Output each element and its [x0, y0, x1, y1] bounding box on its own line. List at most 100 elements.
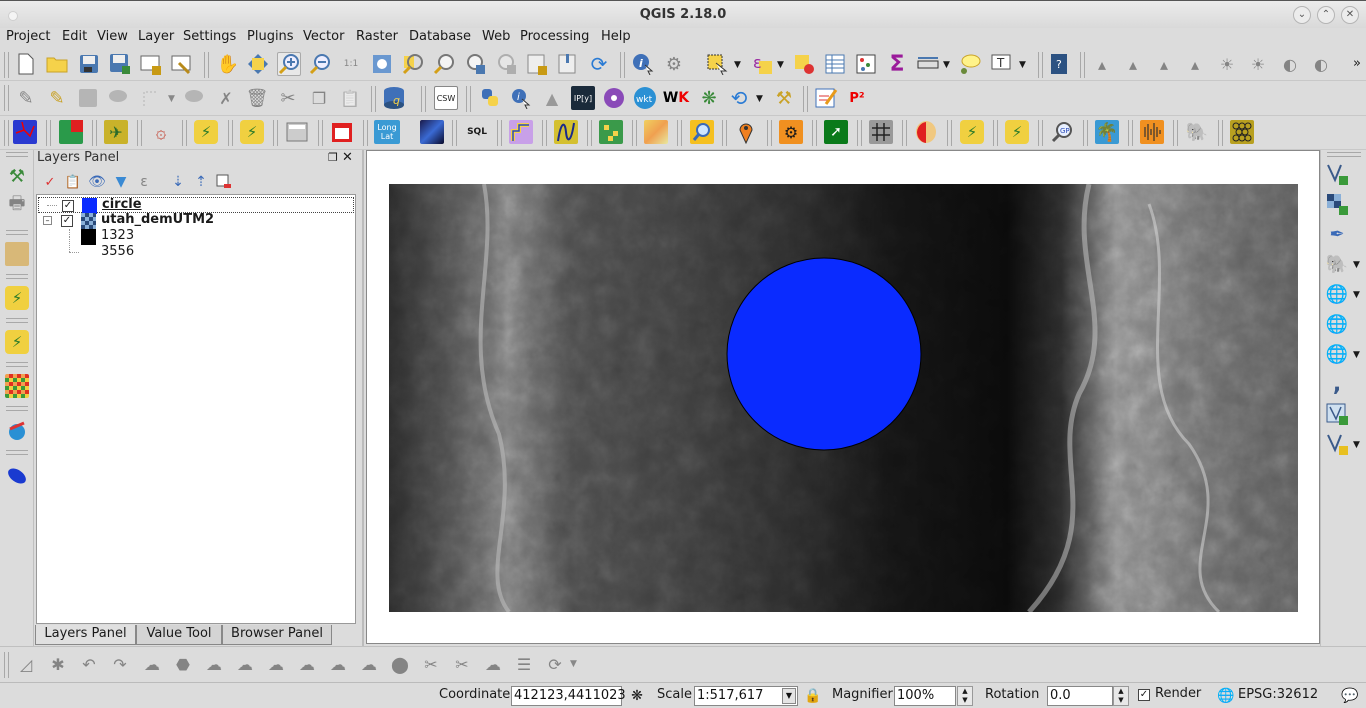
processing-icon[interactable] [5, 418, 29, 442]
add-ring-icon[interactable]: ☁ [202, 652, 226, 676]
decrease-brightness-icon[interactable]: ☀ [1246, 52, 1270, 76]
new-project-icon[interactable] [14, 52, 38, 76]
wms-dropdown-arrow[interactable]: ▼ [1353, 290, 1360, 300]
zoom-to-selection-icon[interactable] [401, 52, 425, 76]
coordinate-field[interactable]: 412123,4411023 [511, 686, 626, 706]
menu-processing[interactable]: Processing [520, 29, 589, 44]
crs-button[interactable]: EPSG:32612 [1238, 687, 1318, 702]
toolbar-grip[interactable] [4, 652, 9, 678]
add-spatialite-icon[interactable]: ✒ [1325, 222, 1349, 246]
expression-filter-icon[interactable]: ε [132, 170, 156, 194]
curve-icon[interactable] [554, 120, 578, 144]
network-icon[interactable] [13, 120, 37, 144]
add-wcs-icon[interactable]: 🌐 [1325, 312, 1349, 336]
crs-globe-icon[interactable]: 🌐 [1214, 684, 1238, 708]
geo-search-icon[interactable]: GP [1050, 120, 1074, 144]
render-checkbox[interactable]: ✓ [1138, 689, 1150, 701]
toolbar-grip[interactable] [371, 86, 376, 112]
redo-icon[interactable]: ↷ [108, 652, 132, 676]
collapse-icon[interactable]: ⇡ [189, 170, 213, 194]
toolbar-overflow-button[interactable]: » [1353, 56, 1361, 71]
zoom-to-layer-icon[interactable] [432, 52, 456, 76]
close-panel-icon[interactable]: ✕ [342, 150, 353, 165]
add-postgis-icon[interactable]: 🐘 [1325, 252, 1349, 276]
elephant-icon[interactable]: 🐘 [1185, 120, 1209, 144]
save-as-icon[interactable] [108, 52, 132, 76]
toolbar-grip[interactable] [1173, 120, 1178, 146]
add-group-icon[interactable]: 📋 [61, 170, 85, 194]
satellite-icon[interactable]: ✈ [104, 120, 128, 144]
undo-dropdown-arrow[interactable]: ▼ [756, 94, 763, 104]
merge-icon[interactable]: ☁ [481, 652, 505, 676]
warp-icon[interactable] [869, 120, 893, 144]
toolbar-grip[interactable] [993, 120, 998, 146]
plugin-reloader-icon[interactable]: ❋ [697, 86, 721, 110]
minimize-button[interactable]: ⌄ [1293, 6, 1311, 24]
menu-vector[interactable]: Vector [303, 29, 344, 44]
map-tips-icon[interactable] [958, 52, 982, 76]
filter-icon[interactable]: ▼ [109, 170, 133, 194]
style-icon[interactable]: ✓ [38, 170, 62, 194]
mouse-icon[interactable] [5, 464, 29, 488]
wfs-dropdown-arrow[interactable]: ▼ [1353, 350, 1360, 360]
postgis-dropdown-arrow[interactable]: ▼ [1353, 260, 1360, 270]
statistics-icon[interactable]: Σ [885, 52, 909, 77]
toolbar-grip[interactable] [204, 52, 209, 78]
composer-manager-icon[interactable] [170, 52, 194, 76]
trash-icon[interactable]: 🗑 [245, 86, 269, 110]
scale-combobox[interactable]: 1:517,617 ▼ [694, 686, 798, 706]
new-layer-dropdown-arrow[interactable]: ▼ [1353, 440, 1360, 450]
pan-icon[interactable]: ✋ [216, 52, 240, 76]
select-dropdown-arrow[interactable]: ▼ [734, 60, 741, 70]
collapse-toggle-icon[interactable]: – [43, 216, 52, 225]
toolbar-grip[interactable] [46, 120, 51, 146]
pin-icon[interactable] [734, 120, 758, 144]
annotation-dropdown-arrow[interactable]: ▼ [1019, 60, 1026, 70]
open-project-icon[interactable] [45, 52, 69, 76]
undo-icon[interactable]: ↶ [77, 652, 101, 676]
text-annotation-icon[interactable]: T [989, 52, 1013, 76]
run-action-icon[interactable]: ⚙ [662, 52, 686, 76]
green-map-icon[interactable]: ➚ [824, 120, 848, 144]
new-layer-icon[interactable] [1325, 432, 1349, 456]
toolbar-grip[interactable] [1080, 52, 1085, 78]
maximize-button[interactable]: ⌃ [1317, 6, 1335, 24]
menu-web[interactable]: Web [482, 29, 510, 44]
wkt-icon[interactable]: wkt [633, 86, 657, 110]
histogram-stretch-icon[interactable]: ▴ [1090, 52, 1114, 76]
menu-view[interactable]: View [97, 29, 128, 44]
offset-curve-icon[interactable]: ⬤ [388, 652, 412, 676]
lock-scale-icon[interactable]: 🔒 [801, 684, 825, 708]
increase-contrast-icon[interactable]: ◐ [1278, 52, 1302, 76]
fill-ring-icon[interactable]: ☁ [264, 652, 288, 676]
toolbar-grip[interactable] [363, 120, 368, 146]
delete-selected-icon[interactable]: ✗ [214, 86, 238, 110]
menu-help[interactable]: Help [601, 29, 631, 44]
paste-icon[interactable]: 📋 [338, 86, 362, 110]
ipython-icon[interactable]: IP[y] [571, 86, 595, 110]
toggle-editing-icon[interactable]: ✎ [45, 86, 69, 110]
add-feature-icon[interactable] [107, 86, 131, 110]
add-wms-icon[interactable]: 🌐 [1325, 282, 1349, 306]
measure-icon[interactable] [916, 52, 940, 76]
layer-row-dem[interactable]: – ✓ utah_demUTM2 [38, 212, 354, 229]
toolbar-grip[interactable] [6, 274, 28, 279]
add-part-icon[interactable]: ☁ [233, 652, 257, 676]
local-cumulative-icon[interactable]: ▴ [1183, 52, 1207, 76]
local-histogram-icon[interactable]: ▴ [1121, 52, 1145, 76]
identify-icon[interactable]: i [631, 52, 655, 76]
toolbar-grip[interactable] [1218, 120, 1223, 146]
chevron-down-icon[interactable]: ▼ [782, 688, 796, 704]
spiral-icon[interactable]: ۞ [149, 120, 173, 144]
menu-settings[interactable]: Settings [183, 29, 236, 44]
copy-icon[interactable]: ❐ [307, 86, 331, 110]
zoom-next-icon[interactable] [494, 52, 518, 76]
toolbar-grip[interactable] [497, 120, 502, 146]
field-calculator-icon[interactable] [854, 52, 878, 76]
plugin-c-icon[interactable]: ⚡ [960, 120, 984, 144]
toolbar-grip[interactable] [1083, 120, 1088, 146]
new-print-composer-icon[interactable] [139, 52, 163, 76]
zoom-out-icon[interactable] [308, 52, 332, 76]
node-dropdown-arrow[interactable]: ▼ [168, 94, 175, 104]
split-features-icon[interactable]: ✂ [419, 652, 443, 676]
